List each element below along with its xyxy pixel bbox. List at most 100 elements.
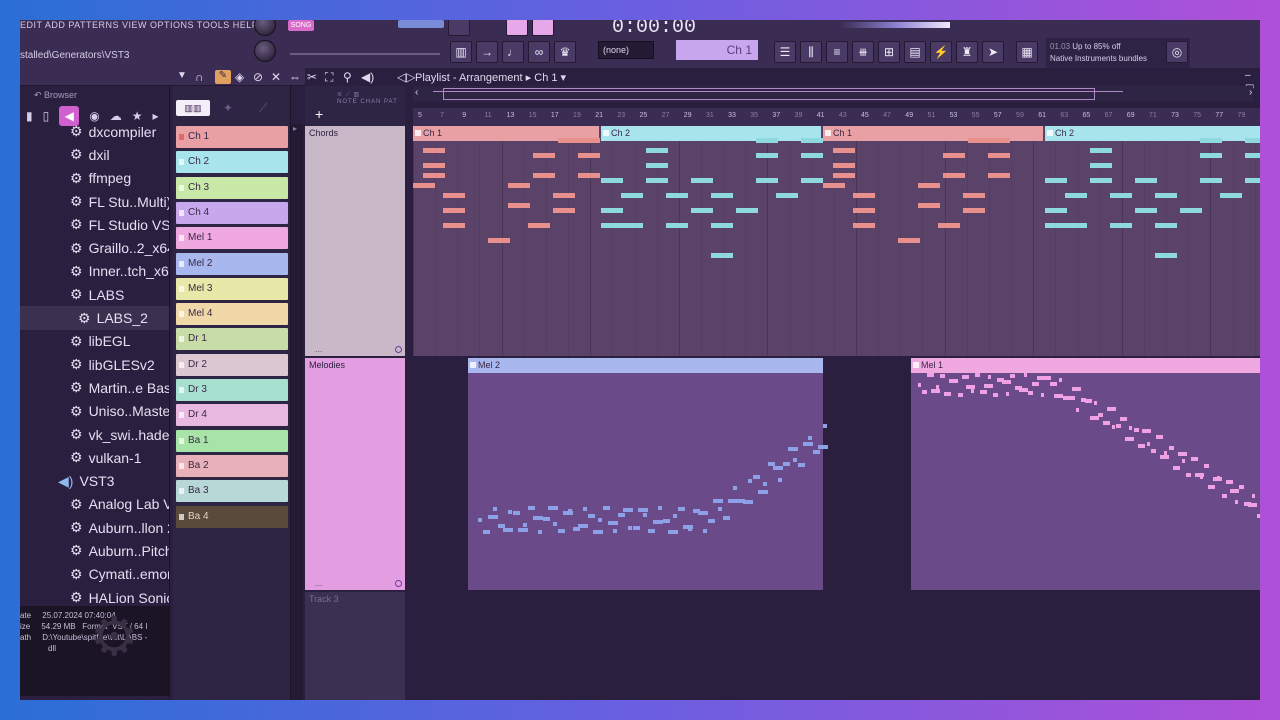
master-pitch-slider[interactable] [290,53,440,55]
browser-plugin-item[interactable]: ⚙ vulkan-1 [20,446,169,469]
speaker-icon[interactable]: ◀) [361,70,374,84]
channel-button[interactable]: Ch 3 [176,176,288,199]
pattern-clip-body[interactable] [911,358,1260,590]
overview-scrollbar[interactable]: ‹ › [413,86,1253,102]
clip-menu-icon[interactable] [415,130,421,136]
clip-menu-icon[interactable] [1047,130,1053,136]
clip-menu-icon[interactable] [603,130,609,136]
track-settings-icon[interactable] [395,580,402,587]
file-icon[interactable]: ▤ [904,41,926,63]
browser-plugin-item[interactable]: ⚙ Graillo..2_x64 [20,236,169,259]
link-icon[interactable]: ∞ [528,41,550,63]
clip-menu-icon[interactable] [825,130,831,136]
pattern-clip-header[interactable]: Mel 2 [468,358,823,373]
select-icon[interactable]: ⛶ [325,70,333,85]
browser-plugin-item[interactable]: ⚙ FL Studio VSTi [20,213,169,236]
pattern-clip-header[interactable]: Ch 2 [601,126,821,141]
channel-selector[interactable]: Ch 1 [676,40,758,60]
channel-button[interactable]: Ch 2 [176,151,288,174]
list-icon[interactable]: ≡ [826,41,848,63]
step-button[interactable] [506,20,528,36]
folder-icon[interactable]: ▮ [26,109,33,123]
song-mode-button[interactable]: SONG [288,20,314,31]
hat-icon[interactable]: ♛ [554,41,576,63]
channel-button[interactable]: Mel 3 [176,277,288,300]
browser-plugin-item[interactable]: ⚙ LABS_2 [20,306,169,330]
browser-plugin-item[interactable]: ⚙ LABS [20,283,169,306]
magnet-icon[interactable]: ∩ [195,70,204,84]
lane-chords[interactable]: Ch 1 Ch 2 Ch 1 Ch 2 [413,126,1260,356]
browser-plugin-item[interactable]: ⚙ libGLESv2 [20,353,169,376]
main-menu[interactable]: EDIT ADD PATTERNS VIEW OPTIONS TOOLS HEL… [20,20,258,30]
zoom-icon[interactable]: ⚲ [343,70,352,84]
mixer-icon[interactable]: ☰ [774,41,796,63]
browser-plugin-item[interactable]: ⚙ Inner..tch_x64 [20,260,169,283]
clip-menu-icon[interactable] [913,362,919,368]
add-track-icon[interactable]: + [315,106,323,122]
browser-plugin-item[interactable]: ⚙ ffmpeg [20,167,169,190]
globe-icon[interactable]: ◎ [1166,41,1188,63]
channel-button[interactable]: Dr 3 [176,379,288,401]
channel-button[interactable]: Dr 2 [176,353,288,376]
browser-plugin-item[interactable]: ⚙ Uniso..Master [20,400,169,423]
timeline-ruler[interactable]: 5 7 9 11 13 15 17 19 21 23 25 27 29 31 33 35 37 39 41 43 45 4… [413,108,1260,126]
wave-icon[interactable]: ✦ [223,101,233,115]
scroll-right-icon[interactable]: › [1249,87,1252,98]
scroll-right-icon[interactable]: ▸ [293,124,297,133]
stamp-icon[interactable]: ♜ [956,41,978,63]
draw-icon[interactable]: ♩ [502,41,524,63]
channel-button[interactable]: Ba 2 [176,454,288,477]
channel-button[interactable]: Mel 2 [176,252,288,275]
delete-icon[interactable]: ⊘ [253,70,263,84]
cart-icon[interactable]: ▦ [1016,41,1038,63]
channel-rack-icon[interactable]: ⫼ [800,41,822,63]
browser-plugin-item[interactable]: ⚙ Cymati..emory [20,563,169,586]
document-icon[interactable]: ▯ [43,109,50,123]
slice-icon[interactable]: ✂ [307,70,317,84]
view-mode-icons[interactable]: ≋ ⟋ ▥ NOTE CHAN PAT [337,91,398,105]
browser-plugin-item[interactable]: ⚙ dxcompiler [20,120,169,143]
lane-melodies[interactable]: Mel 2 Mel 1 [413,358,1260,590]
channel-button[interactable]: Ba 4 [176,505,288,528]
globe-filter-icon[interactable]: ◉ [89,109,99,123]
overview-window[interactable] [443,88,1095,100]
paint-icon[interactable]: ◈ [235,70,244,84]
channel-button[interactable]: Ch 4 [176,201,288,224]
browser-plugin-item[interactable]: ⚙ Auburn..Pitch [20,539,169,562]
pattern-clip-header[interactable]: Ch 2 [1045,126,1260,141]
browser-plugin-item[interactable]: ⚙ Martin..e Bass [20,376,169,399]
piano-roll-icon[interactable]: ▥ [450,41,472,63]
channel-button[interactable]: Mel 1 [176,227,288,250]
channel-button[interactable]: Ch 1 [176,126,288,148]
plug-icon[interactable]: ⚡ [930,41,952,63]
pattern-clip-header[interactable]: Ch 1 [823,126,1043,141]
record-button[interactable] [448,20,470,36]
more-icon[interactable]: ▸ [152,109,158,123]
browser-plugin-item[interactable]: ⚙ Auburn..llon 2 [20,516,169,539]
channel-button[interactable]: Ba 1 [176,429,288,452]
track-header-melodies[interactable]: Melodies ... [305,358,405,590]
scroll-left-icon[interactable]: ‹ [415,87,418,98]
routing-icon[interactable]: ⊞ [878,41,900,63]
master-volume-knob[interactable] [254,20,276,36]
browser-plugin-item[interactable]: ⚙ Analog Lab V [20,493,169,516]
dropdown-icon[interactable]: ▼ [177,70,187,81]
browser-plugin-item[interactable]: ⚙ vk_swi..hader [20,423,169,446]
lane-track-3[interactable] [413,592,1260,700]
mute-icon[interactable]: ✕ [271,70,281,84]
star-icon[interactable]: ★ [132,109,143,123]
slip-icon[interactable]: ⇔ [289,70,301,84]
piano-keys-button[interactable]: ▥▥ [176,100,210,116]
channel-button[interactable]: Ba 3 [176,480,288,503]
pencil-icon[interactable]: ✎ [215,70,231,84]
track-header-track-3[interactable]: Track 3 [305,592,405,700]
metronome-button[interactable] [532,20,554,36]
pitch-knob[interactable] [254,40,276,62]
tempo-display[interactable] [398,20,444,28]
browser-plugin-item[interactable]: ⚙ FL Stu..Multi) [20,190,169,213]
browser-folder-item[interactable]: ◀) VST3 [20,469,169,492]
channel-button[interactable]: Dr 1 [176,328,288,351]
channel-scrollbar[interactable]: ▸ [291,124,303,700]
browser-plugin-item[interactable]: ⚙ dxil [20,143,169,166]
channel-button[interactable]: Mel 4 [176,303,288,326]
